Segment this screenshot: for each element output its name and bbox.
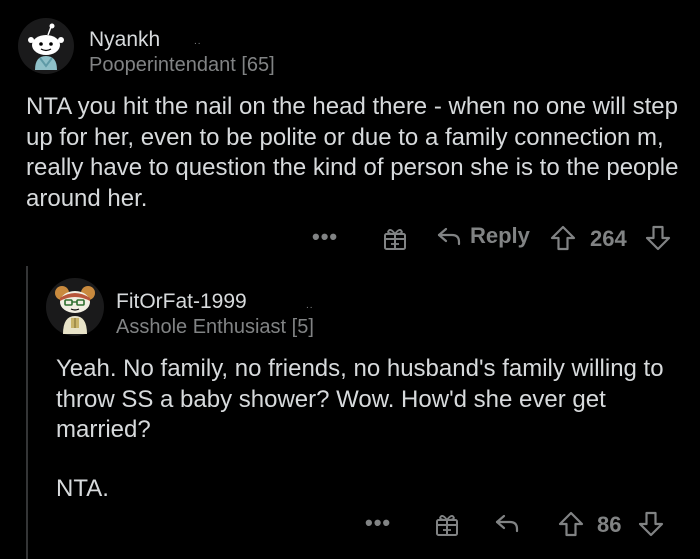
- reply-arrow-icon: [437, 227, 461, 246]
- reply-label: Reply: [470, 223, 530, 248]
- downvote-button[interactable]: [637, 510, 665, 538]
- downvote-arrow-icon: [645, 225, 671, 251]
- username[interactable]: FitOrFat-1999: [116, 290, 247, 314]
- gift-award-icon: [384, 229, 406, 250]
- snoo-avatar-icon: [46, 278, 104, 336]
- more-options-button[interactable]: •••: [312, 226, 338, 248]
- comment-nyankh: Nyankh .. Pooperintendant [65] NTA you h…: [0, 0, 700, 270]
- reply-button[interactable]: Reply: [436, 223, 530, 249]
- user-flair: Asshole Enthusiast [5]: [116, 316, 314, 338]
- reply-button[interactable]: [494, 510, 520, 536]
- edited-marker: ..: [194, 36, 202, 47]
- comment-action-bar: ••• Reply 264: [0, 220, 700, 256]
- downvote-arrow-icon: [638, 511, 664, 537]
- upvote-button[interactable]: [557, 510, 585, 538]
- reply-arrow-icon: [495, 514, 519, 533]
- award-button[interactable]: [381, 224, 409, 252]
- gift-award-icon: [436, 515, 458, 536]
- vote-count: 86: [597, 512, 622, 537]
- upvote-arrow-icon: [558, 511, 584, 537]
- avatar[interactable]: [46, 278, 104, 336]
- avatar[interactable]: [18, 18, 74, 74]
- comment-body-paragraph: NTA.: [56, 475, 109, 502]
- more-options-button[interactable]: •••: [365, 512, 391, 534]
- snoo-avatar-icon: [18, 18, 74, 74]
- upvote-button[interactable]: [549, 224, 577, 252]
- username[interactable]: Nyankh: [89, 28, 160, 52]
- comment-body: NTA you hit the nail on the head there -…: [26, 93, 679, 212]
- user-flair: Pooperintendant [65]: [89, 54, 275, 76]
- comment-body-paragraph: Yeah. No family, no friends, no husband'…: [56, 355, 664, 443]
- edited-marker: ..: [306, 300, 314, 311]
- comment-fitorfat: FitOrFat-1999 .. Asshole Enthusiast [5] …: [0, 270, 700, 559]
- downvote-button[interactable]: [644, 224, 672, 252]
- vote-count: 264: [590, 226, 627, 251]
- comment-action-bar: ••• 86: [0, 506, 700, 542]
- upvote-arrow-icon: [550, 225, 576, 251]
- award-button[interactable]: [433, 510, 461, 538]
